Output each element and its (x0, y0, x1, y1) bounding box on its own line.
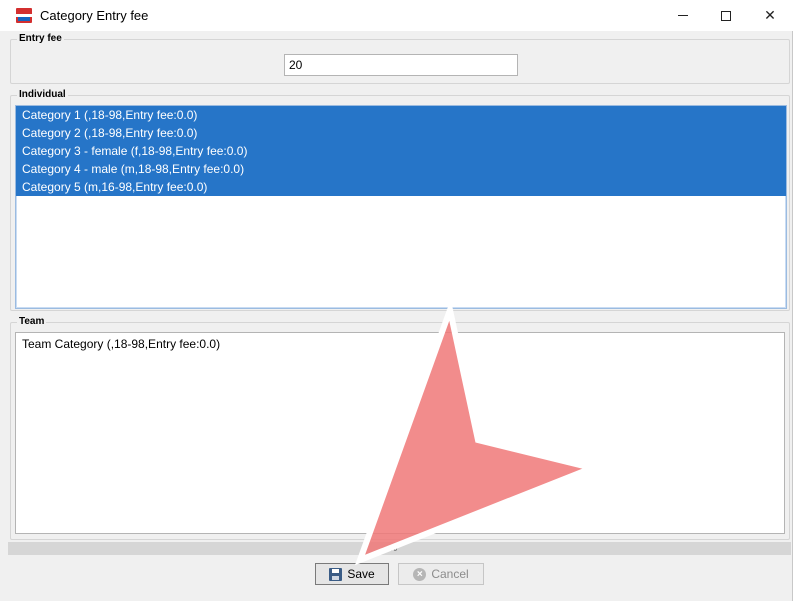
close-icon: ✕ (764, 7, 776, 23)
cancel-label: Cancel (431, 567, 469, 581)
cancel-button[interactable]: × Cancel (398, 563, 484, 585)
individual-category-list[interactable]: Category 1 (,18-98,Entry fee:0.0) Catego… (15, 105, 787, 309)
list-item[interactable]: Category 4 - male (m,18-98,Entry fee:0.0… (16, 160, 786, 178)
team-category-list[interactable]: Team Category (,18-98,Entry fee:0.0) (15, 332, 785, 534)
maximize-icon (721, 10, 731, 21)
maximize-button[interactable] (703, 0, 749, 31)
status-text: % (389, 543, 398, 553)
list-item[interactable]: Category 5 (m,16-98,Entry fee:0.0) (16, 178, 786, 196)
individual-legend: Individual (17, 89, 68, 100)
team-legend: Team (17, 316, 47, 327)
save-label: Save (347, 567, 375, 581)
entry-fee-group: Entry fee (10, 33, 790, 84)
floppy-disk-icon (329, 567, 343, 581)
app-flag-icon (16, 8, 32, 23)
close-button[interactable]: ✕ (747, 0, 793, 31)
entry-fee-legend: Entry fee (17, 33, 64, 44)
minimize-icon (678, 15, 688, 16)
list-item[interactable]: Category 3 - female (f,18-98,Entry fee:0… (16, 142, 786, 160)
category-entry-fee-window: Category Entry fee ✕ Entry fee Individua… (0, 0, 793, 601)
title-bar: Category Entry fee ✕ (0, 0, 793, 31)
cancel-circle-icon: × (413, 567, 427, 581)
window-title: Category Entry fee (40, 8, 149, 23)
entry-fee-input[interactable] (284, 54, 518, 76)
individual-group: Individual Category 1 (,18-98,Entry fee:… (10, 89, 790, 311)
team-group: Team Team Category (,18-98,Entry fee:0.0… (10, 316, 790, 540)
save-button[interactable]: Save (315, 563, 389, 585)
list-item[interactable]: Category 1 (,18-98,Entry fee:0.0) (16, 106, 786, 124)
status-bar: % (8, 542, 791, 555)
list-item[interactable]: Category 2 (,18-98,Entry fee:0.0) (16, 124, 786, 142)
minimize-button[interactable] (660, 0, 706, 31)
list-item[interactable]: Team Category (,18-98,Entry fee:0.0) (16, 335, 784, 353)
